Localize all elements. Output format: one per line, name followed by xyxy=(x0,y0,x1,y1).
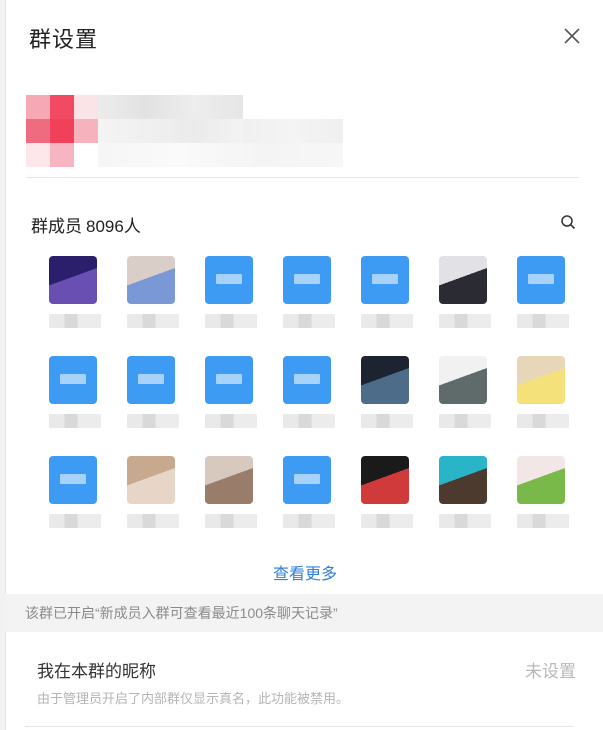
member-grid xyxy=(44,251,570,556)
member-name xyxy=(205,414,257,428)
member-avatar xyxy=(44,451,102,509)
history-notice: 该群已开启“新成员入群可查看最近100条聊天记录” xyxy=(5,594,603,632)
member-name xyxy=(127,414,179,428)
member-item[interactable] xyxy=(436,456,514,556)
member-item[interactable] xyxy=(436,256,514,356)
member-item[interactable] xyxy=(122,351,202,456)
member-name xyxy=(127,514,179,528)
nickname-label: 我在本群的昵称 xyxy=(37,662,156,681)
avatar-placeholder-icon xyxy=(294,374,320,384)
member-item[interactable] xyxy=(200,251,280,356)
nickname-value[interactable]: 未设置 xyxy=(525,657,576,682)
member-avatar xyxy=(278,251,336,309)
members-heading: 群成员 8096人 xyxy=(31,212,141,237)
close-icon[interactable] xyxy=(560,24,584,48)
view-more-link[interactable]: 查看更多 xyxy=(6,560,603,584)
member-item[interactable] xyxy=(278,451,358,556)
member-item[interactable] xyxy=(358,456,436,556)
member-avatar xyxy=(278,351,336,409)
member-item[interactable] xyxy=(44,451,124,556)
member-name xyxy=(517,314,569,328)
nickname-note: 由于管理员开启了内部群仅显示真名，此功能被禁用。 xyxy=(37,691,350,706)
member-item[interactable] xyxy=(124,256,202,356)
avatar-placeholder-icon xyxy=(216,274,242,284)
member-avatar xyxy=(127,256,175,304)
avatar-placeholder-icon xyxy=(294,474,320,484)
member-avatar xyxy=(44,351,102,409)
member-name xyxy=(361,514,413,528)
member-item[interactable] xyxy=(436,356,514,456)
member-item[interactable] xyxy=(124,456,202,556)
member-name xyxy=(439,514,491,528)
nickname-row[interactable]: 我在本群的昵称 未设置 由于管理员开启了内部群仅显示真名，此功能被禁用。 xyxy=(31,650,576,710)
group-header xyxy=(26,95,586,167)
member-item[interactable] xyxy=(278,351,358,456)
member-name xyxy=(361,314,413,328)
member-name xyxy=(517,414,569,428)
member-name xyxy=(283,414,335,428)
member-name xyxy=(361,414,413,428)
member-name xyxy=(205,514,257,528)
member-avatar xyxy=(356,251,414,309)
member-avatar xyxy=(517,456,565,504)
member-name xyxy=(127,314,179,328)
member-item[interactable] xyxy=(44,351,124,456)
avatar-placeholder-icon xyxy=(60,374,86,384)
avatar-placeholder-icon xyxy=(60,474,86,484)
member-avatar xyxy=(439,256,487,304)
member-name xyxy=(439,314,491,328)
member-name xyxy=(517,514,569,528)
member-avatar xyxy=(439,356,487,404)
member-item[interactable] xyxy=(200,351,280,456)
members-label: 群成员 xyxy=(31,217,82,236)
avatar-placeholder-icon xyxy=(294,274,320,284)
member-avatar xyxy=(361,356,409,404)
member-name xyxy=(49,514,101,528)
member-item[interactable] xyxy=(512,251,592,356)
member-item[interactable] xyxy=(356,251,436,356)
member-avatar xyxy=(512,251,570,309)
member-avatar xyxy=(49,256,97,304)
search-icon[interactable] xyxy=(560,214,576,230)
avatar-placeholder-icon xyxy=(138,374,164,384)
member-name xyxy=(283,514,335,528)
member-avatar xyxy=(200,351,258,409)
avatar-placeholder-icon xyxy=(216,374,242,384)
member-name xyxy=(49,414,101,428)
member-item[interactable] xyxy=(514,456,592,556)
members-count: 8096人 xyxy=(86,217,141,236)
member-avatar xyxy=(200,251,258,309)
member-item[interactable] xyxy=(358,356,436,456)
divider xyxy=(26,177,579,178)
member-avatar xyxy=(439,456,487,504)
member-item[interactable] xyxy=(202,456,280,556)
member-avatar xyxy=(361,456,409,504)
bottom-divider xyxy=(25,726,573,727)
member-avatar xyxy=(122,351,180,409)
avatar-placeholder-icon xyxy=(372,274,398,284)
member-item[interactable] xyxy=(46,256,124,356)
member-name xyxy=(205,314,257,328)
member-avatar xyxy=(205,456,253,504)
member-item[interactable] xyxy=(514,356,592,456)
avatar-placeholder-icon xyxy=(528,274,554,284)
member-avatar xyxy=(517,356,565,404)
panel-title: 群设置 xyxy=(29,27,99,52)
member-name xyxy=(283,314,335,328)
group-avatar xyxy=(26,95,98,167)
member-name xyxy=(439,414,491,428)
member-avatar xyxy=(127,456,175,504)
member-name xyxy=(49,314,101,328)
member-item[interactable] xyxy=(278,251,358,356)
member-avatar xyxy=(278,451,336,509)
